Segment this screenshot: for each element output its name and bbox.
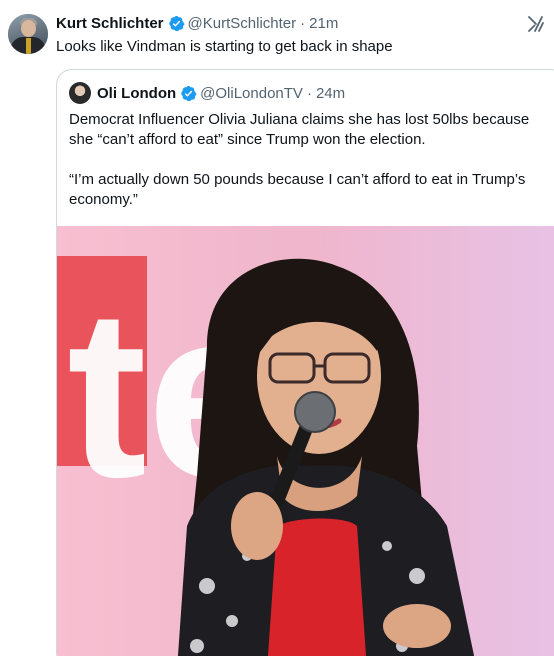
quoted-author-avatar[interactable]: [69, 82, 91, 104]
quoted-paragraph-2: “I’m actually down 50 pounds because I c…: [69, 171, 526, 208]
header-separator: ·: [300, 14, 306, 32]
quoted-tweet-text: Democrat Influencer Olivia Juliana claim…: [69, 110, 554, 210]
quoted-header-separator: ·: [306, 84, 312, 102]
tweet-header: Kurt Schlichter @KurtSchlichter · 21m: [56, 13, 338, 33]
verified-badge-icon: [181, 85, 197, 101]
grok-icon[interactable]: [526, 14, 546, 34]
author-avatar[interactable]: [8, 14, 48, 54]
tweet-text: Looks like Vindman is starting to get ba…: [56, 38, 393, 55]
tweet[interactable]: Kurt Schlichter @KurtSchlichter · 21m Lo…: [0, 0, 554, 656]
quoted-media-photo[interactable]: tee: [57, 226, 554, 656]
quoted-author-handle[interactable]: @OliLondonTV: [200, 85, 303, 102]
photo-illustration: tee: [57, 226, 554, 656]
verified-badge-icon: [168, 15, 185, 31]
quoted-tweet[interactable]: Oli London @OliLondonTV · 24m Democrat I…: [56, 69, 554, 656]
quoted-author-name[interactable]: Oli London: [97, 85, 176, 102]
quoted-paragraph-1: Democrat Influencer Olivia Juliana claim…: [69, 111, 530, 148]
tweet-timestamp[interactable]: 21m: [309, 15, 338, 32]
quoted-tweet-header: Oli London @OliLondonTV · 24m: [69, 82, 345, 104]
quoted-timestamp[interactable]: 24m: [316, 85, 345, 102]
author-handle[interactable]: @KurtSchlichter: [188, 15, 297, 32]
author-name[interactable]: Kurt Schlichter: [56, 15, 164, 32]
